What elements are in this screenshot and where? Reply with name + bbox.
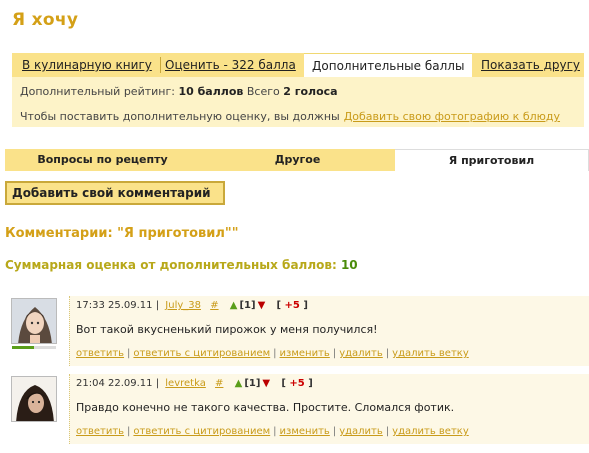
score-close: ] [303, 300, 308, 311]
extra-rating-line: Дополнительный рейтинг: 10 баллов Всего … [20, 85, 338, 98]
vote-up-icon[interactable]: ▲ [230, 300, 238, 311]
avatar-image [12, 299, 56, 343]
rating-total-label: Всего [246, 85, 280, 98]
comment-text: Вот такой вкусненький пирожок у меня пол… [76, 323, 378, 336]
reply-link[interactable]: ответить [76, 348, 124, 359]
summary-label: Суммарная оценка от дополнительных балло… [5, 258, 337, 272]
comment-body: 17:33 25.09.11 | July_38 # ▲ [1] ▼ [ +5 ] … [69, 296, 589, 366]
rating-tab-panel: В кулинарную книгу Оценить - 322 балла Д… [12, 53, 584, 127]
comment-actions: ответить | ответить с цитированием | изменит… [76, 426, 469, 437]
edit-link[interactable]: изменить [280, 348, 330, 359]
reply-link[interactable]: ответить [76, 426, 124, 437]
score-value: +5 [284, 300, 300, 311]
vote-down-icon[interactable]: ▼ [262, 378, 270, 389]
meta-separator: | [155, 300, 160, 311]
tab-show-friend[interactable]: Показать другу [481, 53, 580, 77]
delete-thread-link[interactable]: удалить ветку [392, 426, 469, 437]
rating-points: 10 баллов [178, 85, 244, 98]
comment-time: 21:04 22.09.11 [76, 378, 153, 389]
tab-rate[interactable]: Оценить - 322 балла [165, 53, 296, 77]
rating-votes: 2 голоса [283, 85, 338, 98]
tab-cookbook[interactable]: В кулинарную книгу [22, 53, 152, 77]
summary-value: 10 [340, 258, 358, 272]
delete-thread-link[interactable]: удалить ветку [392, 348, 469, 359]
tab-separator [160, 57, 161, 73]
add-photo-link[interactable]: Добавить свою фотографию к блюду [344, 110, 560, 123]
reply-quote-link[interactable]: ответить с цитированием [133, 348, 270, 359]
score-open: [ [276, 300, 282, 311]
comment-permalink[interactable]: # [215, 378, 223, 389]
tab-i-cooked[interactable]: Я приготовил [395, 149, 589, 171]
score-close: ] [308, 378, 313, 389]
comment-score: [ +5 ] [276, 300, 307, 311]
avatar-box [5, 296, 65, 356]
score-open: [ [281, 378, 286, 389]
comment-permalink[interactable]: # [210, 300, 218, 311]
delete-link[interactable]: удалить [339, 426, 383, 437]
comment-tabs: Вопросы по рецепту Другое Я приготовил [5, 149, 589, 171]
comment-score: [ +5 ] [281, 378, 312, 389]
add-comment-button[interactable]: Добавить свой комментарий [5, 181, 225, 205]
rating-prefix: Дополнительный рейтинг: [20, 85, 175, 98]
summary-score: Суммарная оценка от дополнительных балло… [5, 258, 358, 272]
comment-user-link[interactable]: July_38 [165, 300, 201, 311]
avatar-box [5, 374, 65, 434]
reply-quote-link[interactable]: ответить с цитированием [133, 426, 270, 437]
vote-up-icon[interactable]: ▲ [235, 378, 243, 389]
vote-count: [1] [244, 378, 261, 389]
tab-other[interactable]: Другое [200, 149, 395, 171]
comment-meta: 21:04 22.09.11 | levretka # ▲ [1] ▼ [ +5 ] [76, 378, 313, 389]
comment-body: 21:04 22.09.11 | levretka # ▲ [1] ▼ [ +5 ]… [69, 374, 589, 444]
comment-meta: 17:33 25.09.11 | July_38 # ▲ [1] ▼ [ +5 ] [76, 300, 308, 311]
comment-item: 21:04 22.09.11 | levretka # ▲ [1] ▼ [ +5 ]… [5, 374, 589, 444]
avatar-image [12, 377, 56, 421]
score-value: +5 [289, 378, 305, 389]
avatar-rating-bar [12, 346, 34, 349]
comment-time: 17:33 25.09.11 [76, 300, 153, 311]
comments-title: Комментарии: "Я приготовил"" [5, 226, 239, 241]
edit-link[interactable]: изменить [280, 426, 330, 437]
page-title: Я хочу [12, 10, 79, 30]
comment-user-link[interactable]: levretka [165, 378, 206, 389]
rating-notice: Чтобы поставить дополнительную оценку, в… [20, 110, 560, 123]
meta-separator: | [155, 378, 160, 389]
vote-count: [1] [239, 300, 256, 311]
avatar[interactable] [11, 298, 57, 344]
comment-actions: ответить | ответить с цитированием | изменит… [76, 348, 469, 359]
vote-down-icon[interactable]: ▼ [258, 300, 266, 311]
tab-recipe-questions[interactable]: Вопросы по рецепту [5, 149, 200, 171]
comment-item: 17:33 25.09.11 | July_38 # ▲ [1] ▼ [ +5 ] … [5, 296, 589, 366]
avatar-rating-bar-empty [34, 346, 56, 349]
tab-extra-points[interactable]: Дополнительные баллы [304, 53, 472, 77]
comment-text: Правдо конечно не такого качества. Прост… [76, 401, 455, 414]
notice-text: Чтобы поставить дополнительную оценку, в… [20, 110, 340, 123]
avatar[interactable] [11, 376, 57, 422]
delete-link[interactable]: удалить [339, 348, 383, 359]
